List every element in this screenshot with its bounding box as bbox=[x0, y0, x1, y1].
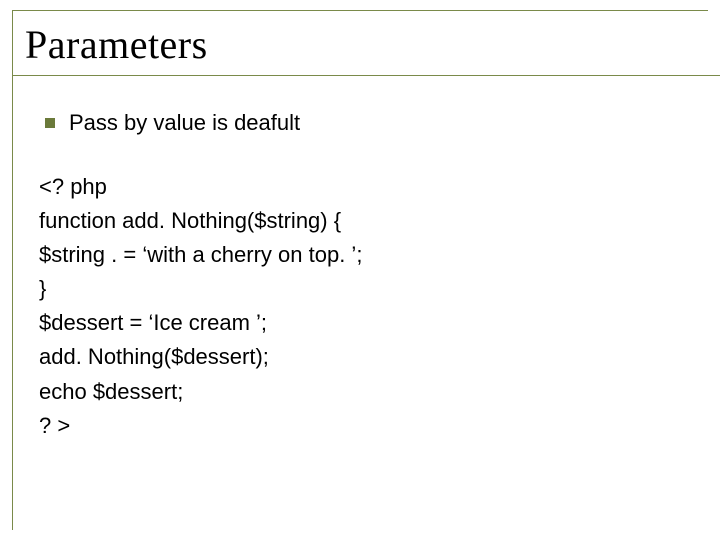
code-line: echo $dessert; bbox=[39, 375, 682, 409]
code-line: ? > bbox=[39, 409, 682, 443]
slide-frame: Parameters Pass by value is deafult <? p… bbox=[12, 10, 708, 530]
title-underline bbox=[13, 75, 720, 76]
code-line: <? php bbox=[39, 170, 682, 204]
bullet-text: Pass by value is deafult bbox=[69, 110, 300, 136]
code-block: <? php function add. Nothing($string) { … bbox=[39, 170, 682, 443]
bullet-item: Pass by value is deafult bbox=[39, 110, 682, 136]
code-line: function add. Nothing($string) { bbox=[39, 204, 682, 238]
title-area: Parameters bbox=[13, 11, 708, 76]
slide-content: Pass by value is deafult <? php function… bbox=[13, 76, 708, 443]
code-line: add. Nothing($dessert); bbox=[39, 340, 682, 374]
square-bullet-icon bbox=[45, 118, 55, 128]
code-line: } bbox=[39, 272, 682, 306]
code-line: $dessert = ‘Ice cream ’; bbox=[39, 306, 682, 340]
code-line: $string . = ‘with a cherry on top. ’; bbox=[39, 238, 682, 272]
slide-title: Parameters bbox=[25, 21, 696, 68]
